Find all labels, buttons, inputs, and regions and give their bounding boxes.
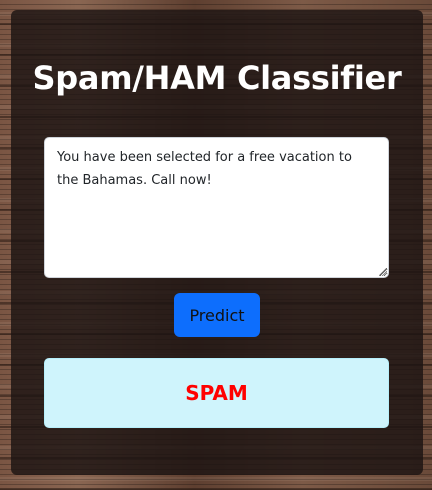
classifier-card: Spam/HAM Classifier You have been select… bbox=[11, 10, 423, 475]
message-textarea[interactable]: You have been selected for a free vacati… bbox=[44, 137, 389, 278]
prediction-label: SPAM bbox=[185, 381, 248, 405]
page-title: Spam/HAM Classifier bbox=[32, 59, 402, 97]
result-alert: SPAM bbox=[44, 358, 389, 428]
predict-button[interactable]: Predict bbox=[174, 293, 260, 337]
